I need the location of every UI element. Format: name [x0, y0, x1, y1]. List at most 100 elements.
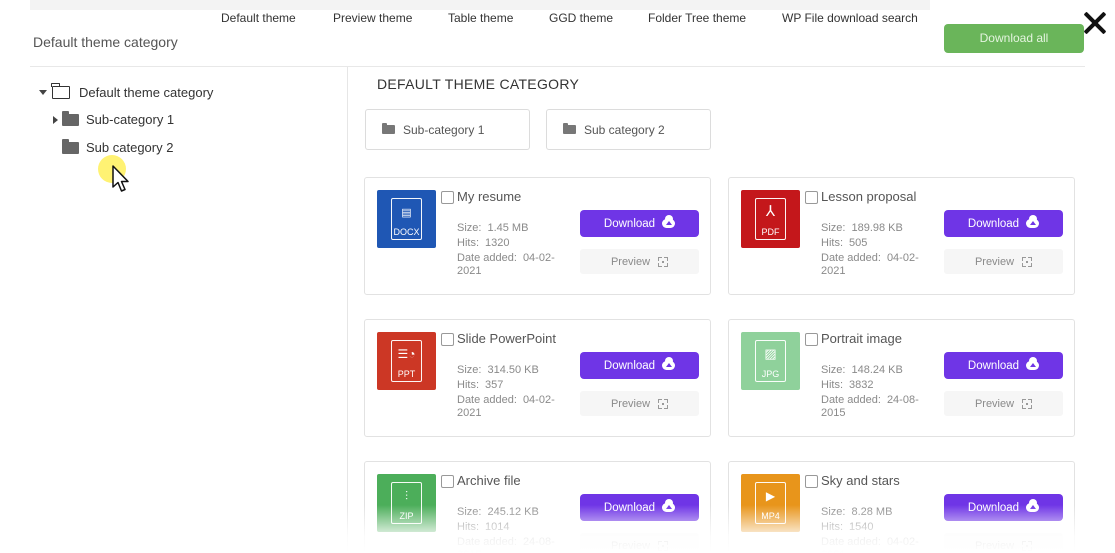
download-button[interactable]: Download	[944, 210, 1063, 237]
tab-wp-file-download-search[interactable]: WP File download search	[782, 11, 918, 25]
preview-button[interactable]: Preview	[944, 249, 1063, 274]
file-name: Portrait image	[821, 331, 902, 346]
file-checkbox[interactable]	[441, 333, 454, 346]
tree-root-label: Default theme category	[79, 85, 214, 100]
file-name: Lesson proposal	[821, 189, 917, 204]
tab-preview-theme[interactable]: Preview theme	[333, 11, 412, 25]
download-button[interactable]: Download	[944, 494, 1063, 521]
file-card: ☰◔ PPT Slide PowerPoint Size: 314.50 KB H…	[364, 319, 711, 437]
download-button[interactable]: Download	[580, 352, 699, 379]
subcategory-label: Sub-category 1	[403, 122, 485, 137]
file-hits: Hits: 1540	[821, 521, 874, 533]
category-heading: DEFAULT THEME CATEGORY	[377, 76, 580, 92]
download-button[interactable]: Download	[944, 352, 1063, 379]
file-card: ▤ DOCX My resume Size: 1.45 MB Hits: 1320 …	[364, 177, 711, 295]
cloud-download-icon	[662, 499, 676, 512]
docx-file-icon: ▤ DOCX	[377, 190, 436, 248]
file-date-year: 2021	[457, 407, 482, 419]
preview-button[interactable]: Preview	[580, 249, 699, 274]
ppt-file-icon: ☰◔ PPT	[377, 332, 436, 390]
file-size: Size: 314.50 KB	[457, 364, 539, 376]
tab-folder-tree-theme[interactable]: Folder Tree theme	[648, 11, 746, 25]
tree-root[interactable]: Default theme category	[39, 83, 214, 100]
file-hits: Hits: 3832	[821, 379, 874, 391]
cloud-download-icon	[1026, 215, 1040, 228]
file-checkbox[interactable]	[441, 191, 454, 204]
tab-default-theme[interactable]: Default theme	[221, 11, 296, 25]
caret-right-icon[interactable]	[53, 115, 58, 124]
folder-icon	[62, 110, 79, 126]
file-date: Date added: 04-02-	[457, 394, 555, 406]
file-date-year: 2015	[457, 549, 481, 553]
preview-icon	[658, 540, 669, 551]
panel-divider	[347, 67, 348, 553]
tree-item-sub-category-2[interactable]: Sub category 2	[62, 138, 174, 155]
file-size: Size: 189.98 KB	[821, 222, 903, 234]
close-icon[interactable]	[1080, 8, 1110, 38]
file-date-year: 2021	[457, 265, 482, 277]
file-checkbox[interactable]	[805, 333, 818, 346]
mouse-cursor-icon	[112, 165, 129, 192]
caret-down-icon[interactable]	[39, 90, 47, 95]
cloud-download-icon	[662, 215, 676, 228]
file-checkbox[interactable]	[805, 191, 818, 204]
file-date-year: 2015	[821, 407, 846, 419]
tree-item-label: Sub category 2	[86, 140, 174, 155]
divider	[30, 66, 1085, 67]
file-hits: Hits: 505	[821, 237, 868, 249]
folder-open-icon	[51, 83, 70, 99]
tab-ggd-theme[interactable]: GGD theme	[549, 11, 613, 25]
file-date: Date added: 04-02-	[821, 252, 919, 264]
zip-file-icon: ⫶ ZIP	[377, 474, 436, 532]
file-card: ⫶ ZIP Archive file Size: 245.12 KB Hits: 1…	[364, 461, 711, 553]
subcategory-label: Sub category 2	[584, 122, 665, 137]
file-card: ▨ JPG Portrait image Size: 148.24 KB Hits…	[728, 319, 1075, 437]
file-name: Archive file	[457, 473, 521, 488]
download-button[interactable]: Download	[580, 494, 699, 521]
pdf-file-icon: ⅄ PDF	[741, 190, 800, 248]
file-checkbox[interactable]	[805, 475, 818, 488]
file-name: My resume	[457, 189, 522, 204]
download-all-button[interactable]: Download all	[944, 24, 1084, 53]
preview-icon	[1022, 398, 1033, 409]
preview-button[interactable]: Preview	[944, 533, 1063, 553]
subcategory-button-2[interactable]: Sub category 2	[546, 109, 711, 150]
image-file-icon: ▨ JPG	[741, 332, 800, 390]
file-size: Size: 1.45 MB	[457, 222, 529, 234]
file-name: Sky and stars	[821, 473, 900, 488]
subcategory-button-1[interactable]: Sub-category 1	[365, 109, 530, 150]
file-date: Date added: 24-08-	[457, 536, 555, 548]
folder-icon	[382, 123, 395, 134]
file-size: Size: 245.12 KB	[457, 506, 539, 518]
file-hits: Hits: 357	[457, 379, 504, 391]
top-strip	[30, 0, 930, 10]
folder-icon	[62, 138, 79, 154]
file-date: Date added: 24-08-	[821, 394, 919, 406]
page-title: Default theme category	[33, 34, 178, 50]
tree-item-sub-category-1[interactable]: Sub-category 1	[53, 110, 175, 127]
file-hits: Hits: 1014	[457, 521, 510, 533]
preview-button[interactable]: Preview	[580, 533, 699, 553]
preview-button[interactable]: Preview	[580, 391, 699, 416]
file-date-year: 2021	[821, 549, 845, 553]
file-date: Date added: 04-02-	[457, 252, 555, 264]
file-size: Size: 148.24 KB	[821, 364, 903, 376]
cloud-download-icon	[662, 357, 676, 370]
preview-button[interactable]: Preview	[944, 391, 1063, 416]
file-card: ▶ MP4 Sky and stars Size: 8.28 MB Hits: 15…	[728, 461, 1075, 553]
preview-icon	[1022, 256, 1033, 267]
file-date: Date added: 04-02-	[821, 536, 919, 548]
file-hits: Hits: 1320	[457, 237, 510, 249]
preview-icon	[658, 398, 669, 409]
preview-icon	[1022, 540, 1033, 551]
folder-icon	[563, 123, 576, 134]
tab-table-theme[interactable]: Table theme	[448, 11, 513, 25]
download-button[interactable]: Download	[580, 210, 699, 237]
file-name: Slide PowerPoint	[457, 331, 556, 346]
file-size: Size: 8.28 MB	[821, 506, 893, 518]
preview-icon	[658, 256, 669, 267]
tree-item-label: Sub-category 1	[86, 112, 175, 127]
cloud-download-icon	[1026, 499, 1040, 512]
file-checkbox[interactable]	[441, 475, 454, 488]
file-date-year: 2021	[821, 265, 846, 277]
